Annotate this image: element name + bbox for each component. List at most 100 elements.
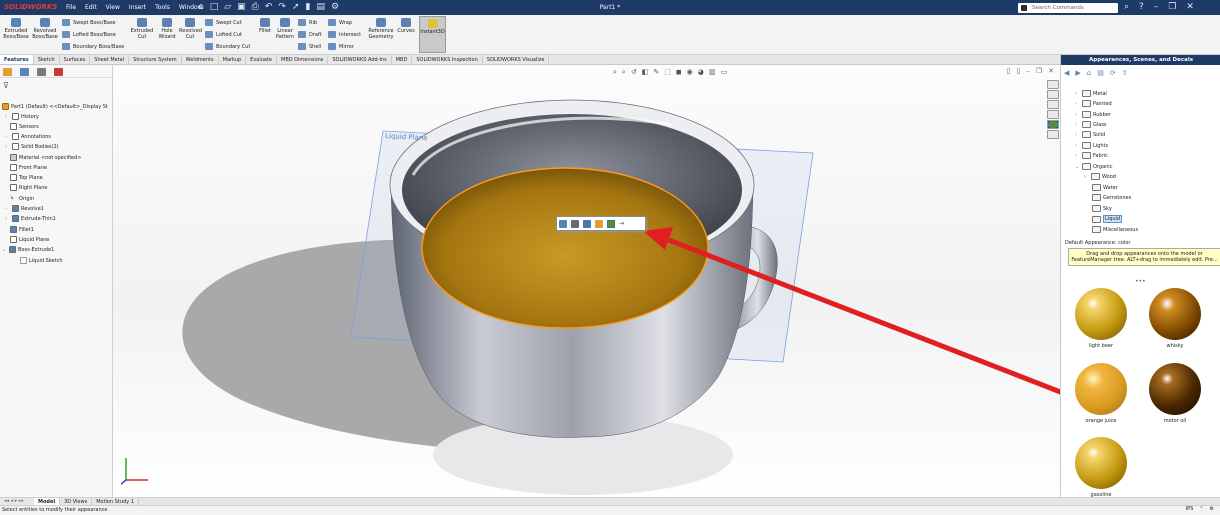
ctx-face-icon[interactable] — [559, 219, 567, 228]
add-folder-icon[interactable]: ▤ — [1097, 69, 1104, 77]
tab-model[interactable]: Model — [34, 498, 61, 505]
lofted-boss-button[interactable]: Lofted Boss/Base — [62, 31, 116, 38]
tab-sketch[interactable]: Sketch — [34, 55, 60, 64]
tab-solidworks-inspection[interactable]: SOLIDWORKS Inspection — [412, 55, 483, 64]
search-dropdown-icon[interactable]: ⌕ — [1124, 2, 1129, 12]
library-glass[interactable]: › Glass — [1075, 121, 1107, 128]
unit-system[interactable]: IPS — [1186, 505, 1194, 514]
undo-icon[interactable]: ↶ — [265, 2, 273, 12]
save-icon[interactable]: ▣ — [237, 2, 246, 12]
new-icon[interactable]: □ — [210, 2, 219, 12]
graphics-area[interactable]: Liquid Plane ⌕ ⌕ ↺ ◧ ✎ ⬚ ◼ ◉ ◕ ▥ ▭ ▯ ▯ –… — [113, 65, 1060, 497]
boundary-cut-button[interactable]: Boundary Cut — [205, 43, 250, 50]
tab-mbd[interactable]: MBD — [392, 55, 413, 64]
solidworks-resources-icon[interactable] — [1047, 80, 1059, 89]
filter-icon[interactable]: ⊽ — [3, 81, 9, 90]
library-organic[interactable]: ⌄ Organic — [1075, 163, 1112, 170]
section-view-icon[interactable]: ◧ — [642, 68, 649, 77]
tree-item-material[interactable]: Material <not specified> — [10, 154, 81, 161]
library-rubber[interactable]: › Rubber — [1075, 111, 1111, 118]
viewport-minimize2-icon[interactable]: – — [1026, 67, 1030, 75]
library-wood[interactable]: › Wood — [1084, 173, 1116, 180]
ctx-appearance-icon[interactable] — [607, 219, 615, 228]
ctx-feature-icon[interactable] — [571, 219, 579, 228]
extruded-boss-button[interactable]: Extruded Boss/Base — [3, 18, 29, 40]
rebuild-icon[interactable]: ▮ — [306, 2, 311, 12]
revolved-cut-button[interactable]: Revolved Cut — [179, 18, 202, 40]
draft-button[interactable]: Draft — [298, 31, 322, 38]
up-folder-icon[interactable]: ⇧ — [1122, 69, 1128, 77]
intersect-button[interactable]: Intersect — [328, 31, 361, 38]
library-solid[interactable]: › Solid — [1075, 131, 1105, 138]
view-settings-icon[interactable]: ▭ — [721, 68, 728, 77]
custom-properties-icon[interactable] — [1047, 130, 1059, 139]
mirror-button[interactable]: Mirror — [328, 43, 354, 50]
fillet-button[interactable]: Fillet — [256, 18, 274, 34]
rib-button[interactable]: Rib — [298, 19, 317, 26]
swatch-light-beer[interactable]: light beer — [1071, 288, 1131, 349]
instant3d-button[interactable]: Instant3D — [419, 16, 446, 53]
open-icon[interactable]: ▱ — [224, 2, 231, 12]
library-lights[interactable]: › Lights — [1075, 142, 1108, 149]
appearances-tab-icon[interactable] — [1047, 120, 1059, 129]
tab-weldments[interactable]: Weldments — [182, 55, 219, 64]
file-explorer-icon[interactable] — [1047, 100, 1059, 109]
hide-show-icon[interactable]: ◉ — [687, 68, 693, 77]
shell-button[interactable]: Shell — [298, 43, 321, 50]
tree-item-solid-bodies[interactable]: › Solid Bodies(2) — [5, 143, 59, 150]
tab-motion-study[interactable]: Motion Study 1 — [92, 498, 139, 505]
display-style-icon[interactable]: ◼ — [676, 68, 682, 77]
library-water[interactable]: Water — [1092, 184, 1118, 191]
library-gemstones[interactable]: Gemstones — [1092, 194, 1131, 201]
zoom-area-icon[interactable]: ⌕ — [622, 68, 626, 77]
ctx-part-icon[interactable] — [595, 219, 603, 228]
library-metal[interactable]: › Metal — [1075, 90, 1107, 97]
unit-dropdown-icon[interactable]: ⌃ — [1199, 505, 1203, 514]
tab-scroll-icons[interactable]: ◂◂ ◂ ▸ ▸▸ — [4, 498, 34, 505]
select-icon[interactable]: ➚ — [292, 2, 300, 12]
tree-item-boss-extrude1[interactable]: ⌄ Boss-Extrude1 — [2, 246, 54, 253]
hole-wizard-button[interactable]: Hole Wizard — [156, 18, 178, 40]
tree-item-liquid-sketch[interactable]: Liquid Sketch — [20, 257, 63, 264]
library-fabric[interactable]: › Fabric — [1075, 152, 1108, 159]
wrap-button[interactable]: Wrap — [328, 19, 352, 26]
library-painted[interactable]: › Painted — [1075, 100, 1112, 107]
reference-geometry-button[interactable]: Reference Geometry — [368, 18, 394, 40]
tree-item-annotations[interactable]: › Annotations — [5, 133, 51, 140]
view-orientation-icon[interactable]: ⬚ — [664, 68, 671, 77]
help-icon[interactable]: ? — [1139, 2, 1144, 12]
configuration-manager-tab-icon[interactable] — [37, 68, 46, 76]
tab-solidworks-addins[interactable]: SOLIDWORKS Add-Ins — [328, 55, 392, 64]
tab-mbd-dimensions[interactable]: MBD Dimensions — [277, 55, 329, 64]
viewport-restore-icon[interactable]: ❐ — [1036, 67, 1042, 75]
apply-scene-icon[interactable]: ▥ — [709, 68, 716, 77]
viewport-tile-icon[interactable]: ▯ — [1016, 67, 1020, 75]
revolved-boss-button[interactable]: Revolved Boss/Base — [32, 18, 58, 40]
solidworks-logo[interactable]: SOLIDWORKS — [4, 3, 57, 11]
tree-item-front-plane[interactable]: Front Plane — [10, 164, 47, 171]
menu-file[interactable]: File — [66, 4, 76, 11]
previous-view-icon[interactable]: ↺ — [631, 68, 637, 77]
home-library-icon[interactable]: ⌂ — [1087, 69, 1091, 77]
library-miscellaneous[interactable]: Miscellaneous — [1092, 226, 1138, 233]
ctx-pin-icon[interactable]: ⇥ — [619, 220, 629, 228]
tree-item-revolve1[interactable]: › Revolve1 — [5, 205, 44, 212]
swatch-orange-juice[interactable]: orange juice — [1071, 363, 1131, 424]
view-palette-icon[interactable] — [1047, 110, 1059, 119]
tab-structure-system[interactable]: Structure System — [129, 55, 182, 64]
tab-features[interactable]: Features — [0, 55, 34, 64]
viewport-minimize-icon[interactable]: ▯ — [1007, 67, 1011, 75]
tree-item-right-plane[interactable]: Right Plane — [10, 184, 47, 191]
display-manager-tab-icon[interactable] — [54, 68, 63, 76]
ctx-body-icon[interactable] — [583, 219, 591, 228]
tree-item-history[interactable]: › History — [5, 113, 39, 120]
zoom-to-fit-icon[interactable]: ⌕ — [613, 68, 617, 77]
boundary-boss-button[interactable]: Boundary Boss/Base — [62, 43, 124, 50]
forward-icon[interactable]: ▶ — [1075, 69, 1080, 77]
minimize-icon[interactable]: – — [1154, 2, 1159, 12]
swatch-whisky[interactable]: whisky — [1145, 288, 1205, 349]
edit-appearance-icon[interactable]: ◕ — [698, 68, 704, 77]
search-commands-input[interactable]: Search Commands — [1018, 3, 1118, 13]
back-icon[interactable]: ◀ — [1064, 69, 1069, 77]
file-properties-icon[interactable]: ▤ — [316, 2, 325, 12]
